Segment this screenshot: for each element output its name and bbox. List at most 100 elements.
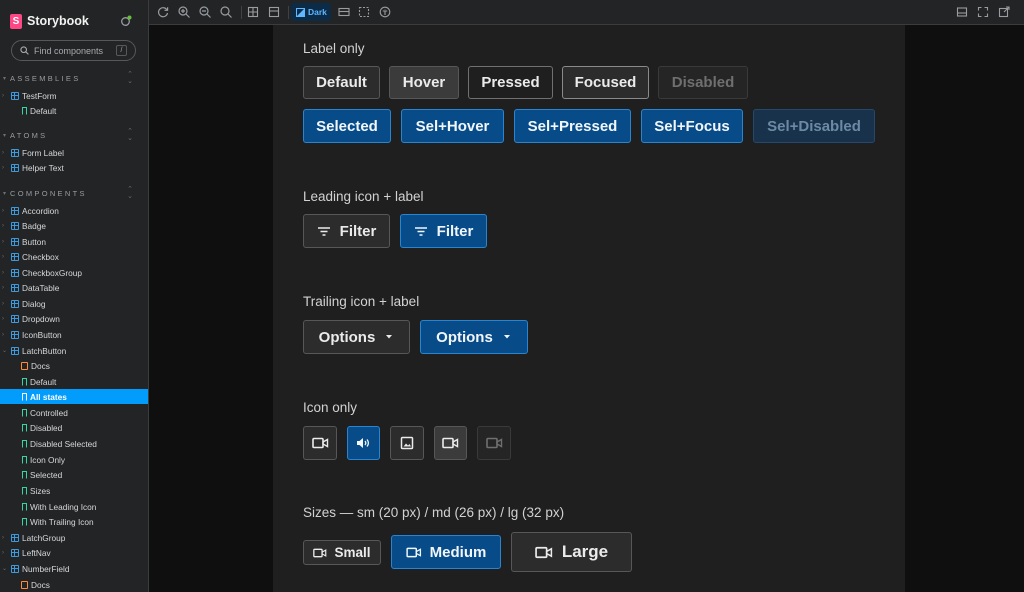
- latch-button-sel-pressed[interactable]: Sel+Pressed: [514, 109, 631, 143]
- storybook-brand[interactable]: S Storybook: [10, 12, 89, 30]
- button-label: Medium: [429, 543, 487, 561]
- section-atoms[interactable]: ▾ ATOMS ⌃ ⌄: [3, 128, 145, 142]
- docs-icon: [21, 580, 28, 589]
- component-icon: [11, 148, 19, 157]
- bookmark-icon: [22, 439, 27, 448]
- section-title-leading-icon: Leading icon + label: [303, 189, 424, 204]
- component-icon: [11, 206, 19, 215]
- sidebar-item-button[interactable]: › Button: [0, 234, 148, 249]
- chevron-right-icon: ›: [2, 534, 4, 541]
- sidebar-item-selected[interactable]: Selected: [0, 467, 148, 482]
- bookmark-icon: [22, 377, 27, 386]
- leading-icon-button-selected[interactable]: Filter: [400, 214, 487, 248]
- collapse-icon[interactable]: ⌃ ⌄: [127, 128, 133, 142]
- panel-toggle-icon[interactable]: [955, 5, 969, 19]
- chevron-down-icon: ▾: [3, 132, 7, 139]
- reload-icon[interactable]: [156, 5, 170, 19]
- sidebar-item-controlled[interactable]: Controlled: [0, 405, 148, 420]
- chevron-right-icon: ›: [2, 92, 4, 99]
- latch-button-disabled: Disabled: [658, 66, 748, 99]
- sidebar-item-numberfield-docs[interactable]: Docs: [0, 577, 148, 592]
- latch-button-sel-disabled: Sel+Disabled: [753, 109, 875, 143]
- sidebar-item-checkbox[interactable]: › Checkbox: [0, 249, 148, 264]
- component-icon: [11, 548, 19, 557]
- sidebar-item-disabled[interactable]: Disabled: [0, 420, 148, 435]
- zoom-in-icon[interactable]: [177, 5, 191, 19]
- button-label: Small: [334, 545, 371, 560]
- latch-button-selected[interactable]: Selected: [303, 109, 391, 143]
- search-input[interactable]: Find components /: [11, 40, 136, 61]
- settings-icon[interactable]: [120, 15, 132, 27]
- icon-only-button-selected[interactable]: [347, 426, 380, 460]
- chevron-right-icon: ›: [2, 300, 4, 307]
- accessibility-icon[interactable]: [378, 5, 392, 19]
- icon-only-button-default[interactable]: [303, 426, 337, 460]
- theme-toggle-button[interactable]: Dark: [291, 3, 331, 21]
- sidebar-item-latchgroup[interactable]: › LatchGroup: [0, 530, 148, 545]
- icon-only-button-hover[interactable]: [434, 426, 467, 460]
- section-title-label-only: Label only: [303, 41, 365, 56]
- chevron-right-icon: ›: [2, 315, 4, 322]
- search-placeholder: Find components: [34, 45, 104, 56]
- sidebar-item-icon-only[interactable]: Icon Only: [0, 452, 148, 467]
- sidebar-item-latchbutton-docs[interactable]: Docs: [0, 358, 148, 373]
- latch-button-hover[interactable]: Hover: [389, 66, 459, 99]
- trailing-icon-button-selected[interactable]: Options: [420, 320, 528, 354]
- latch-button-focused[interactable]: Focused: [562, 66, 649, 99]
- component-icon: [11, 314, 19, 323]
- sidebar-item-testform-default[interactable]: Default: [0, 103, 148, 118]
- sidebar-item-dialog[interactable]: › Dialog: [0, 296, 148, 311]
- latch-button-pressed[interactable]: Pressed: [468, 66, 553, 99]
- background-icon[interactable]: [267, 5, 281, 19]
- sidebar-item-latchbutton-default[interactable]: Default: [0, 374, 148, 389]
- video-icon: [406, 547, 421, 557]
- sidebar-item-sizes[interactable]: Sizes: [0, 483, 148, 498]
- button-label: Large: [561, 542, 609, 561]
- grid-icon[interactable]: [246, 5, 260, 19]
- icon-only-button-image[interactable]: [390, 426, 424, 460]
- collapse-icon[interactable]: ⌃ ⌄: [127, 71, 133, 85]
- sidebar-item-datatable[interactable]: › DataTable: [0, 280, 148, 295]
- zoom-out-icon[interactable]: [198, 5, 212, 19]
- latch-button-default[interactable]: Default: [303, 66, 380, 99]
- latch-button-sel-focus[interactable]: Sel+Focus: [641, 109, 743, 143]
- sidebar-item-latchbutton[interactable]: ⌄ LatchButton: [0, 343, 148, 358]
- size-button-medium[interactable]: Medium: [391, 535, 501, 569]
- sidebar-item-dropdown[interactable]: › Dropdown: [0, 311, 148, 326]
- section-components[interactable]: ▾ COMPONENTS ⌃ ⌄: [3, 186, 145, 200]
- sidebar-item-form-label[interactable]: › Form Label: [0, 145, 148, 160]
- sidebar-item-all-states[interactable]: All states: [0, 389, 148, 404]
- trailing-icon-button-default[interactable]: Options: [303, 320, 410, 354]
- sidebar-item-checkboxgroup[interactable]: › CheckboxGroup: [0, 265, 148, 280]
- latch-button-sel-hover[interactable]: Sel+Hover: [401, 109, 504, 143]
- sidebar-item-with-leading-icon[interactable]: With Leading Icon: [0, 499, 148, 514]
- viewport-icon[interactable]: [337, 5, 351, 19]
- bookmark-icon: [22, 502, 27, 511]
- sidebar-item-helper-text[interactable]: › Helper Text: [0, 160, 148, 175]
- sidebar-item-numberfield[interactable]: ⌄ NumberField: [0, 561, 148, 576]
- zoom-reset-icon[interactable]: [219, 5, 233, 19]
- size-button-small[interactable]: Small: [303, 540, 381, 565]
- sidebar-item-accordion[interactable]: › Accordion: [0, 203, 148, 218]
- section-assemblies[interactable]: ▾ ASSEMBLIES ⌃ ⌄: [3, 71, 145, 85]
- size-button-large[interactable]: Large: [511, 532, 632, 572]
- chevron-right-icon: ›: [2, 331, 4, 338]
- chevron-right-icon: ›: [2, 164, 4, 171]
- fullscreen-icon[interactable]: [976, 5, 990, 19]
- measure-icon[interactable]: [357, 5, 371, 19]
- open-new-tab-icon[interactable]: [997, 5, 1011, 19]
- video-icon: [535, 546, 552, 558]
- sidebar-item-badge[interactable]: › Badge: [0, 218, 148, 233]
- bookmark-icon: [22, 106, 27, 115]
- brand-name: Storybook: [27, 14, 89, 28]
- sidebar-item-with-trailing-icon[interactable]: With Trailing Icon: [0, 514, 148, 529]
- sidebar-item-iconbutton[interactable]: › IconButton: [0, 327, 148, 342]
- collapse-icon[interactable]: ⌃ ⌄: [127, 186, 133, 200]
- leading-icon-button-default[interactable]: Filter: [303, 214, 390, 248]
- sidebar-item-leftnav[interactable]: › LeftNav: [0, 545, 148, 560]
- bookmark-icon: [22, 470, 27, 479]
- component-icon: [11, 330, 19, 339]
- sidebar-item-testform[interactable]: › TestForm: [0, 88, 148, 103]
- sidebar-item-disabled-selected[interactable]: Disabled Selected: [0, 436, 148, 451]
- section-title-sizes: Sizes — sm (20 px) / md (26 px) / lg (32…: [303, 505, 565, 520]
